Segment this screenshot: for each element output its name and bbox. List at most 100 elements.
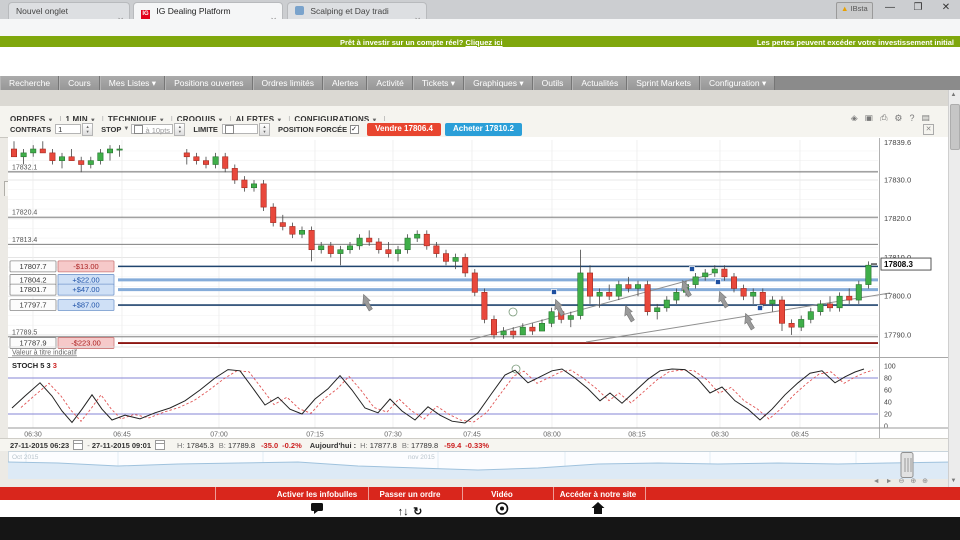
contracts-input[interactable]: 1 [55, 124, 82, 134]
svg-text:17830.0: 17830.0 [884, 176, 911, 185]
window-maximize-button[interactable]: ❐ [906, 0, 930, 16]
svg-text:60: 60 [884, 388, 892, 395]
warning-icon: ▲ [841, 4, 849, 13]
today-low-label: B: [401, 440, 409, 450]
nav-item-mes-listes[interactable]: Mes Listes ▾ [99, 76, 166, 90]
tab-label: Nouvel onglet [16, 6, 68, 16]
svg-text:17787.9: 17787.9 [19, 339, 46, 348]
windows-taskbar: Posez-moi une question. eSW ᐱ 08:52 27/1… [0, 517, 960, 540]
limit-input[interactable] [221, 124, 258, 134]
scroll-down-icon[interactable]: ▼ [949, 478, 958, 484]
svg-text:0: 0 [884, 424, 888, 431]
footer-video[interactable]: Vidéo [491, 490, 513, 499]
collapse-icon[interactable]: ✕ [923, 123, 934, 135]
browser-address-bar: ← → ↻ IG Group Limited [GB] https://demo… [0, 19, 960, 55]
low-value: 17789.8 [227, 440, 256, 450]
limit-stepper[interactable]: ▲ ▼ [258, 122, 270, 136]
svg-text:17801.7: 17801.7 [19, 285, 46, 294]
scroll-up-icon[interactable]: ▲ [949, 92, 958, 98]
svg-text:100: 100 [884, 364, 896, 371]
browser-tab-bar: Nouvel onglet ✕ IG IG Dealing Platform ✕… [0, 0, 960, 25]
nav-item-positions-ouvertes[interactable]: Positions ouvertes [165, 76, 253, 90]
warning-badge[interactable]: ▲ IBsta [836, 2, 873, 20]
nav-item-tickets[interactable]: Tickets ▾ [412, 76, 465, 90]
banner-link[interactable]: Cliquez ici [465, 38, 502, 47]
svg-text:nov 2015: nov 2015 [408, 454, 435, 461]
workspace-tab-strip: Wall Street au comptant ✕ ⤢ ❐ ✕ [0, 90, 948, 202]
chart-navigator[interactable]: 1522284111825Oct 2015nov 2015 [7, 451, 953, 479]
svg-text:+$47.00: +$47.00 [72, 285, 99, 294]
price-chart[interactable]: 17832.1 17820.4 17813.4 17789.5 17807.7 -$13.… [8, 137, 952, 439]
browser-tab-ig[interactable]: IG IG Dealing Platform ✕ [133, 2, 283, 25]
quick-action-bar: Activer les infobulles Passer un ordre Vid… [0, 487, 960, 500]
footer-home[interactable]: Accéder à notre site [560, 490, 636, 499]
buy-button[interactable]: Acheter 17810.2 [444, 122, 522, 136]
today-high-label: H: [360, 440, 368, 450]
nav-item-ordres-limit-s[interactable]: Ordres limités [252, 76, 323, 90]
svg-text:17820.0: 17820.0 [884, 214, 911, 223]
browser-tab-scalping[interactable]: Scalping et Day tradi ✕ [287, 2, 427, 25]
nav-item-cours[interactable]: Cours [59, 76, 100, 90]
nav-item-activit-[interactable]: Activité [367, 76, 413, 90]
video-icon[interactable] [495, 502, 509, 515]
svg-text:17839.6: 17839.6 [884, 138, 911, 147]
stop-checkbox[interactable] [134, 125, 144, 134]
low-label: B: [218, 440, 226, 450]
svg-text:17790.0: 17790.0 [884, 330, 911, 339]
svg-text:17807.7: 17807.7 [19, 262, 46, 271]
svg-text:17808.3: 17808.3 [884, 260, 913, 269]
navigator-handle[interactable] [900, 452, 914, 478]
calendar-icon[interactable] [73, 440, 84, 450]
today-change-value: -59.4 [444, 440, 462, 450]
footer-speech-bubble[interactable]: Activer les infobulles [277, 490, 357, 499]
zoom-controls[interactable]: ◄ ► ⊖ ⊕ ⊕ [873, 477, 930, 485]
ig-favicon: IG [141, 10, 150, 19]
browser-tab-new[interactable]: Nouvel onglet ✕ [8, 2, 130, 25]
contracts-stepper[interactable]: ▲ ▼ [82, 122, 94, 136]
stop-label: STOP [101, 124, 122, 134]
tab-label: Scalping et Day tradi [310, 6, 389, 16]
scrollbar-thumb[interactable] [949, 104, 960, 150]
platform-header: IG 👤 [CFD Trading] Demo-CFD ▼ DÉMO Activ… [0, 47, 960, 129]
home-icon[interactable] [591, 502, 605, 515]
high-label: H: [177, 440, 185, 450]
nav-item-sprint-markets[interactable]: Sprint Markets [627, 76, 701, 90]
order-arrows-icon[interactable]: ↑↓ ↻ [398, 502, 423, 518]
nav-item-recherche[interactable]: Recherche [0, 76, 60, 90]
sell-button[interactable]: Vendre 17806.4 [367, 122, 441, 136]
change-pct: -0.2% [282, 440, 302, 450]
navigator-controls: ◄ ► ⊖ ⊕ ⊕ [0, 477, 948, 487]
today-high-value: 17877.8 [369, 440, 397, 450]
nav-item-actualit-s[interactable]: Actualités [572, 76, 628, 90]
svg-text:17800.0: 17800.0 [884, 292, 911, 301]
nav-item-alertes[interactable]: Alertes [322, 76, 368, 90]
calendar-icon[interactable] [155, 440, 166, 450]
nav-item-outils[interactable]: Outils [532, 76, 573, 90]
speech-bubble-icon[interactable] [310, 502, 324, 515]
svg-text:40: 40 [884, 400, 892, 407]
stop-input[interactable]: à 10pts [131, 124, 174, 135]
nav-item-graphiques[interactable]: Graphiques ▾ [464, 76, 533, 90]
window-close-button[interactable]: ✕ [934, 0, 958, 16]
stop-stepper[interactable]: ▲ ▼ [174, 122, 186, 136]
svg-text:17832.1: 17832.1 [12, 164, 37, 171]
change-value: -35.0 [261, 440, 279, 450]
contracts-label: CONTRATS [10, 124, 52, 134]
limit-checkbox[interactable] [224, 125, 234, 134]
range-to[interactable]: 27-11-2015 09:01 [92, 441, 151, 450]
quick-action-icons: ↑↓ ↻ [0, 500, 960, 518]
window-minimize-button[interactable]: — [878, 0, 902, 16]
today-low-value: 17789.8 [411, 440, 439, 450]
today-label: Aujourd'hui : [309, 440, 357, 450]
today-change-pct: -0.33% [465, 440, 490, 450]
chart-canvas[interactable]: 17832.1 17820.4 17813.4 17789.5 17807.7 -$13.… [8, 137, 952, 439]
forced-position-checkbox[interactable] [350, 124, 360, 134]
svg-text:17797.7: 17797.7 [19, 301, 46, 310]
footer-order-arrows[interactable]: Passer un ordre [380, 490, 441, 499]
svg-text:17813.4: 17813.4 [12, 237, 37, 244]
page-favicon [295, 6, 304, 15]
range-from[interactable]: 27-11-2015 06:23 [10, 441, 69, 450]
nav-item-configuration[interactable]: Configuration ▾ [700, 76, 776, 90]
main-nav-bar: Recherche Cours Mes Listes ▾ Positions ouve… [0, 76, 960, 90]
high-value: 17845.3 [186, 440, 214, 450]
